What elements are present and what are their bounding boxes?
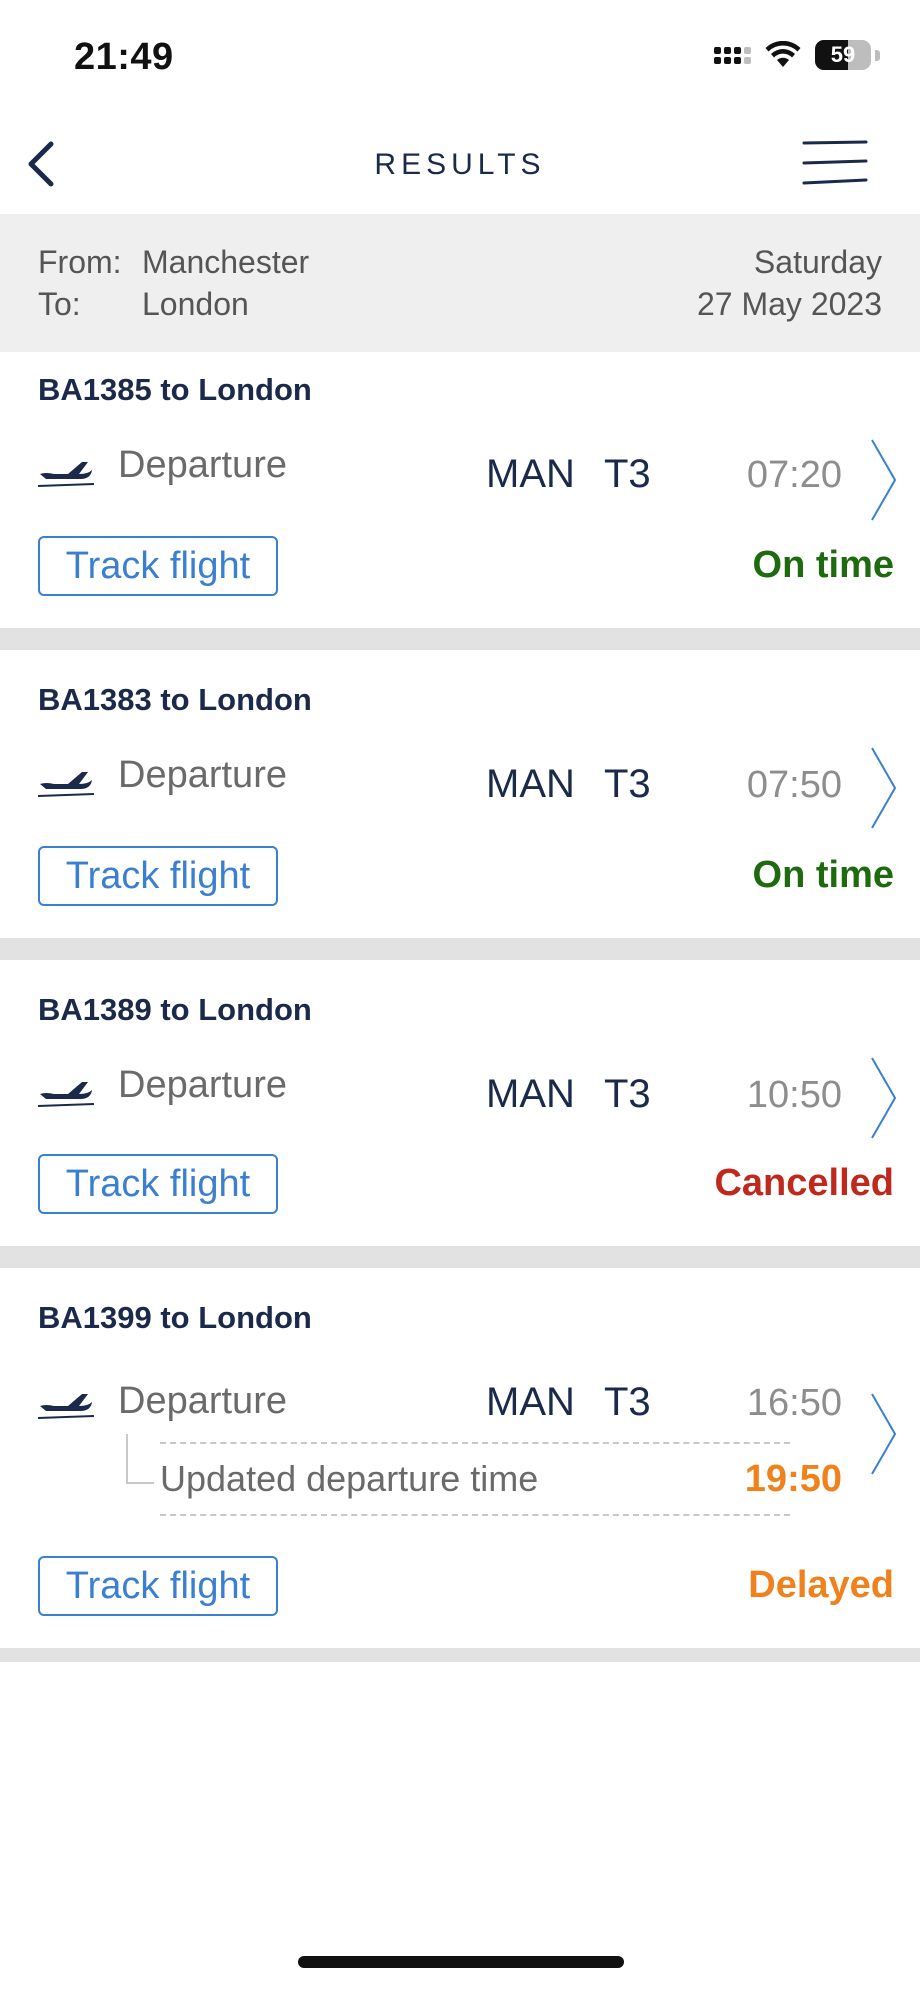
departure-label: Departure: [118, 1064, 287, 1106]
hamburger-menu-icon: [802, 140, 868, 185]
airport-code: MAN: [486, 452, 575, 496]
departure-time: 07:50: [746, 764, 842, 806]
menu-button[interactable]: [802, 140, 868, 186]
card-divider: [0, 1648, 920, 1662]
flight-status: Cancelled: [714, 1162, 894, 1204]
terminal: T3: [604, 762, 651, 806]
status-bar: 21:49 59: [0, 0, 920, 110]
airport-code: MAN: [486, 762, 575, 806]
chevron-right-icon[interactable]: [868, 746, 898, 830]
battery-icon: 59: [815, 40, 871, 70]
updated-departure-row: Updated departure time: [160, 1442, 790, 1516]
departure-label: Departure: [118, 1380, 287, 1422]
track-flight-button[interactable]: Track flight: [38, 536, 278, 596]
updated-departure-time: 19:50: [744, 1458, 842, 1500]
flight-card[interactable]: BA1385 to London Departure MAN T3 07:20 …: [0, 352, 920, 628]
chevron-right-icon[interactable]: [868, 1392, 898, 1476]
track-flight-button[interactable]: Track flight: [38, 846, 278, 906]
status-icons: 59: [714, 40, 880, 70]
flight-card[interactable]: BA1389 to London Departure MAN T3 10:50 …: [0, 960, 920, 1246]
departure-time: 16:50: [746, 1382, 842, 1424]
terminal: T3: [604, 452, 651, 496]
flight-title: BA1399 to London: [38, 1300, 312, 1335]
battery-percentage: 59: [830, 42, 856, 67]
airport-code: MAN: [486, 1072, 575, 1116]
from-value: Manchester: [142, 244, 310, 280]
departure-label: Departure: [118, 444, 287, 486]
search-day: Saturday: [753, 244, 882, 280]
card-divider: [0, 938, 920, 960]
timeline-connector: [126, 1434, 154, 1484]
card-divider: [0, 628, 920, 650]
departure-time: 07:20: [746, 454, 842, 496]
departure-plane-icon: [38, 1394, 94, 1419]
flight-status: On time: [752, 854, 894, 896]
departure-plane-icon: [38, 772, 94, 797]
to-label: To:: [38, 286, 81, 322]
cellular-signal-icon: [714, 46, 751, 64]
card-divider: [0, 1246, 920, 1268]
terminal: T3: [604, 1072, 651, 1116]
page-title: RESULTS: [374, 148, 546, 181]
app-header: RESULTS: [0, 110, 920, 214]
home-indicator[interactable]: [298, 1956, 624, 1968]
search-date: 27 May 2023: [696, 286, 882, 322]
updated-departure-label: Updated departure time: [160, 1458, 539, 1499]
wifi-icon: [765, 41, 801, 67]
departure-plane-icon: [38, 1082, 94, 1107]
track-flight-button[interactable]: Track flight: [38, 1556, 278, 1616]
chevron-right-icon[interactable]: [868, 1056, 898, 1140]
flight-card[interactable]: BA1399 to London Departure MAN T3 16:50 …: [0, 1268, 920, 1648]
search-summary: From: Manchester To: London Saturday 27 …: [0, 214, 920, 352]
flight-title: BA1385 to London: [38, 372, 312, 407]
departure-time: 10:50: [746, 1074, 842, 1116]
departure-label: Departure: [118, 754, 287, 796]
flight-card[interactable]: BA1383 to London Departure MAN T3 07:50 …: [0, 650, 920, 938]
flight-title: BA1389 to London: [38, 992, 312, 1027]
airport-code: MAN: [486, 1380, 575, 1424]
battery-nub: [875, 49, 880, 61]
flight-status: Delayed: [748, 1564, 894, 1606]
flight-title: BA1383 to London: [38, 682, 312, 717]
from-label: From:: [38, 244, 122, 280]
status-time: 21:49: [74, 36, 174, 78]
chevron-right-icon[interactable]: [868, 438, 898, 522]
track-flight-button[interactable]: Track flight: [38, 1154, 278, 1214]
terminal: T3: [604, 1380, 651, 1424]
to-value: London: [142, 286, 249, 322]
flight-status: On time: [752, 544, 894, 586]
departure-plane-icon: [38, 462, 94, 487]
